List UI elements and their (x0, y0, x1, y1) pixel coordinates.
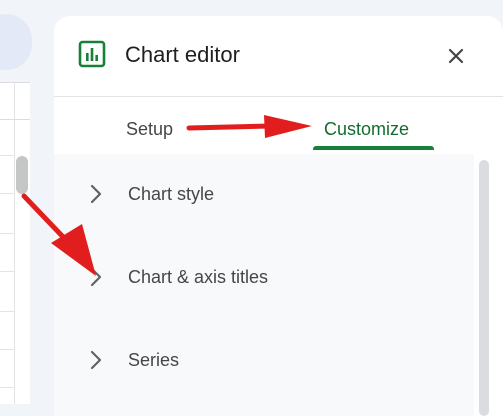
close-button[interactable] (443, 43, 469, 69)
grid-row-line (0, 271, 14, 272)
chevron-right-icon (86, 348, 106, 372)
column-header-cell (0, 83, 30, 120)
grid-column-line (14, 83, 15, 404)
section-chart-style[interactable]: Chart style (54, 164, 474, 224)
close-icon (448, 48, 464, 64)
grid-row-line (0, 193, 14, 194)
section-chart-axis-titles[interactable]: Chart & axis titles (54, 247, 474, 307)
sheet-scrollbar[interactable] (16, 156, 28, 194)
tab-customize[interactable]: Customize (324, 117, 409, 141)
chart-bar-icon (78, 40, 106, 68)
page-title: Chart editor (125, 42, 240, 67)
active-tab-indicator (313, 146, 434, 150)
editor-tabs: Setup Customize (54, 96, 503, 155)
sheet-grid[interactable] (0, 82, 30, 404)
toolbar-pill[interactable] (0, 14, 32, 70)
grid-row-line (0, 349, 14, 350)
tab-setup[interactable]: Setup (126, 117, 173, 141)
chart-editor-header: Chart editor (54, 16, 503, 96)
grid-row-line (0, 311, 14, 312)
section-label: Chart & axis titles (128, 267, 269, 287)
section-label: Chart style (128, 184, 215, 204)
section-label: Series (128, 350, 180, 370)
grid-row-line (0, 387, 14, 388)
chevron-right-icon (86, 182, 106, 206)
grid-row-line (0, 233, 14, 234)
chevron-right-icon (86, 265, 106, 289)
chart-editor-panel: Chart editor Setup Customize Chart style (54, 16, 503, 416)
spreadsheet-area (0, 0, 54, 404)
section-series[interactable]: Series (54, 330, 474, 390)
panel-scrollbar[interactable] (479, 160, 489, 416)
customize-sections: Chart style Chart & axis titles Series (54, 154, 474, 416)
grid-row-line (0, 155, 14, 156)
